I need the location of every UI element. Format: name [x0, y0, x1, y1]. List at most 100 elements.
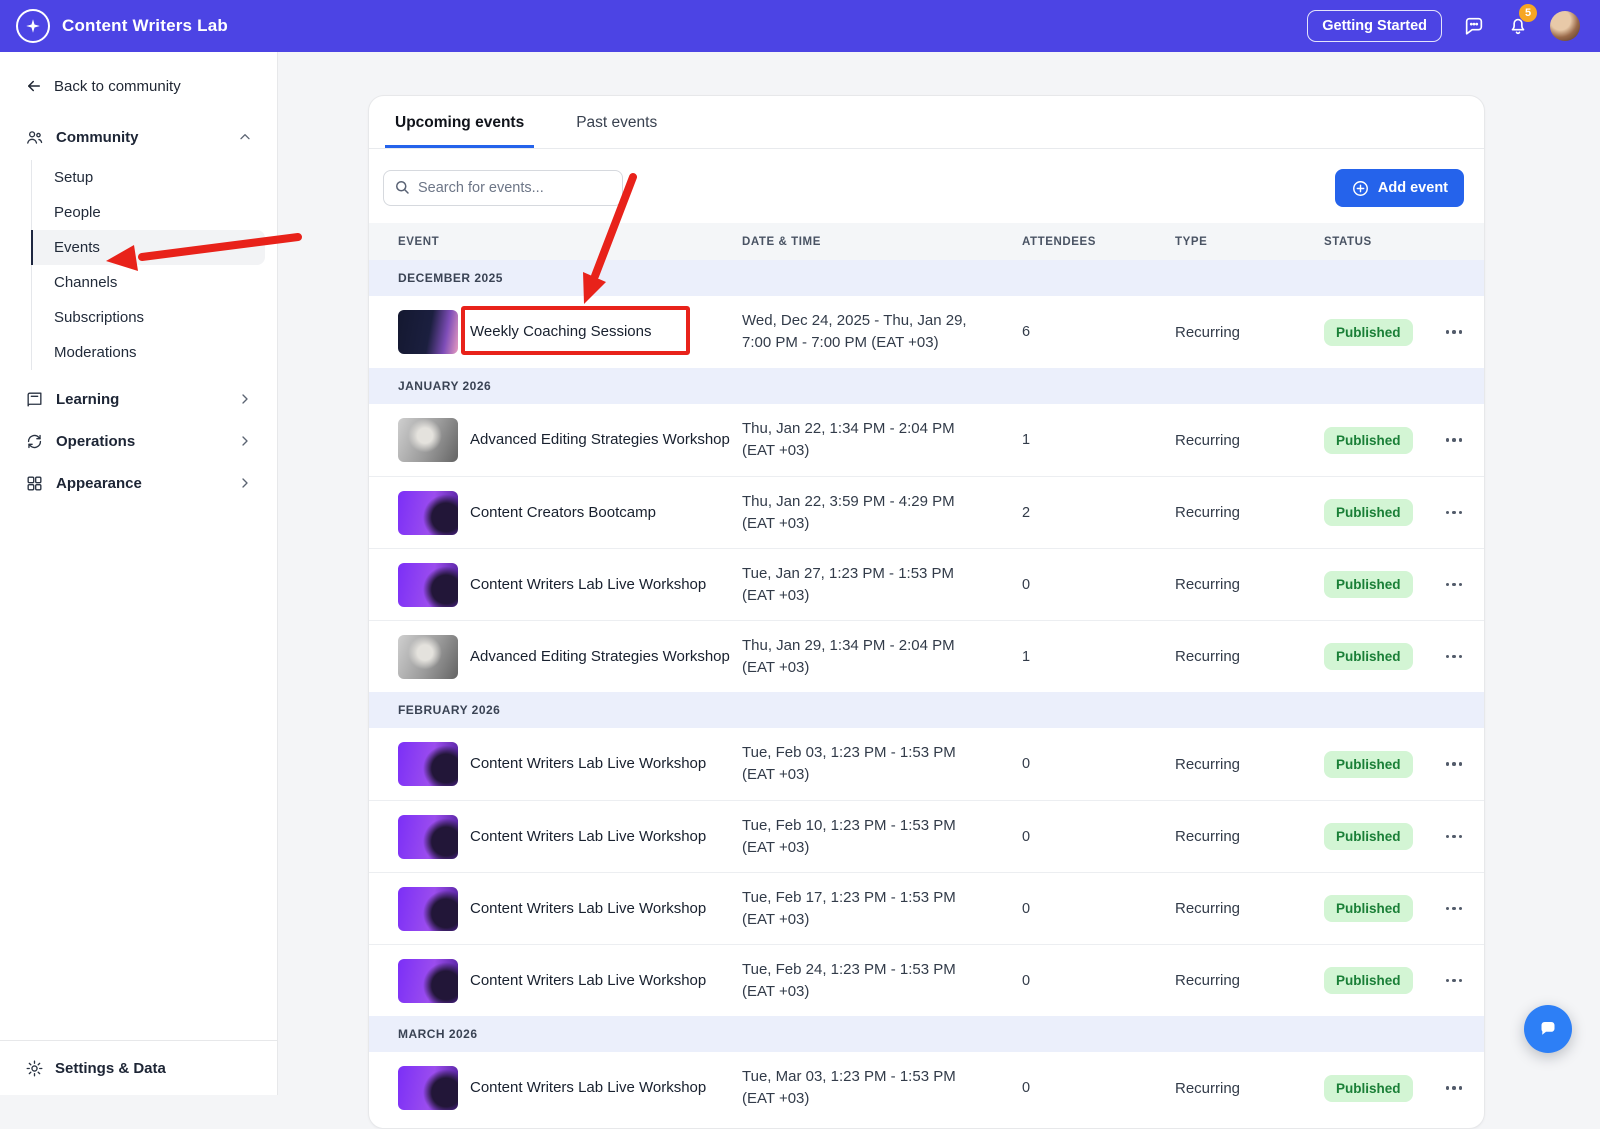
row-menu-button[interactable]	[1440, 756, 1468, 772]
back-to-community-link[interactable]: Back to community	[0, 52, 277, 116]
event-thumbnail	[398, 491, 458, 535]
sidebar-section-learning[interactable]: Learning	[0, 378, 277, 420]
gear-icon	[24, 1058, 44, 1078]
section-label: Appearance	[56, 475, 142, 492]
sidebar-section-operations[interactable]: Operations	[0, 420, 277, 462]
table-row[interactable]: Content Writers Lab Live Workshop Tue, J…	[369, 548, 1484, 620]
app-logo[interactable]: Content Writers Lab	[16, 9, 228, 43]
status-cell: Published	[1324, 823, 1440, 850]
event-cell: Content Writers Lab Live Workshop	[385, 959, 742, 1003]
status-badge: Published	[1324, 967, 1413, 994]
sidebar-item-moderations[interactable]: Moderations	[32, 335, 265, 370]
event-type: Recurring	[1175, 504, 1324, 521]
sidebar-item-people[interactable]: People	[32, 195, 265, 230]
sidebar-section-appearance[interactable]: Appearance	[0, 462, 277, 504]
chat-bubble-icon	[1536, 1017, 1560, 1041]
ellipsis-icon	[1444, 829, 1465, 845]
table-row[interactable]: Advanced Editing Strategies Workshop Thu…	[369, 404, 1484, 476]
status-badge: Published	[1324, 571, 1413, 598]
sidebar: Back to community Community Setup People…	[0, 52, 278, 1095]
user-avatar[interactable]	[1550, 11, 1580, 41]
events-controls: Add event	[369, 149, 1484, 223]
table-row[interactable]: Content Creators Bootcamp Thu, Jan 22, 3…	[369, 476, 1484, 548]
chat-widget-button[interactable]	[1524, 1005, 1572, 1053]
row-menu-button[interactable]	[1440, 432, 1468, 448]
row-menu-button[interactable]	[1440, 649, 1468, 665]
add-event-label: Add event	[1378, 180, 1448, 196]
sidebar-item-events[interactable]: Events	[32, 230, 265, 265]
table-row[interactable]: Content Writers Lab Live Workshop Tue, M…	[369, 1052, 1484, 1124]
event-cell: Content Writers Lab Live Workshop	[385, 815, 742, 859]
events-tabs: Upcoming events Past events	[369, 96, 1484, 149]
event-cell: Advanced Editing Strategies Workshop	[385, 418, 742, 462]
table-row[interactable]: Content Writers Lab Live Workshop Tue, F…	[369, 872, 1484, 944]
community-subnav: Setup People Events Channels Subscriptio…	[31, 160, 265, 370]
section-label: Community	[56, 129, 139, 146]
table-row[interactable]: Content Writers Lab Live Workshop Tue, F…	[369, 800, 1484, 872]
status-badge: Published	[1324, 499, 1413, 526]
messages-icon[interactable]	[1462, 14, 1486, 38]
chevron-up-icon	[237, 129, 253, 145]
add-event-button[interactable]: Add event	[1335, 169, 1464, 207]
row-menu-button[interactable]	[1440, 1080, 1468, 1096]
row-menu-button[interactable]	[1440, 829, 1468, 845]
row-menu-button[interactable]	[1440, 973, 1468, 989]
event-type: Recurring	[1175, 324, 1324, 341]
row-menu-button[interactable]	[1440, 577, 1468, 593]
event-cell: Weekly Coaching Sessions	[385, 310, 742, 354]
table-row[interactable]: Content Writers Lab Live Workshop Tue, F…	[369, 728, 1484, 800]
column-header-date-time: DATE & TIME	[742, 236, 1022, 248]
event-type: Recurring	[1175, 828, 1324, 845]
row-menu-button[interactable]	[1440, 324, 1468, 340]
event-datetime: Thu, Jan 22, 3:59 PM - 4:29 PM (EAT +03)	[742, 491, 1022, 535]
learning-book-icon	[24, 389, 44, 409]
event-attendees: 1	[1022, 649, 1175, 665]
status-cell: Published	[1324, 1075, 1440, 1102]
sidebar-section-community[interactable]: Community	[0, 116, 277, 158]
sparkle-star-icon	[16, 9, 50, 43]
settings-label: Settings & Data	[55, 1060, 166, 1077]
status-badge: Published	[1324, 427, 1413, 454]
event-title: Content Writers Lab Live Workshop	[470, 753, 706, 775]
app-name: Content Writers Lab	[62, 16, 228, 36]
arrow-left-icon	[24, 76, 44, 96]
table-row[interactable]: Weekly Coaching Sessions Wed, Dec 24, 20…	[369, 296, 1484, 368]
event-thumbnail	[398, 418, 458, 462]
search-input[interactable]	[383, 170, 623, 206]
back-label: Back to community	[54, 78, 181, 95]
chevron-right-icon	[237, 391, 253, 407]
section-label: Operations	[56, 433, 135, 450]
table-row[interactable]: Content Writers Lab Live Workshop Tue, F…	[369, 944, 1484, 1016]
table-row[interactable]: Advanced Editing Strategies Workshop Thu…	[369, 620, 1484, 692]
tab-past-events[interactable]: Past events	[566, 96, 667, 148]
event-cell: Advanced Editing Strategies Workshop	[385, 635, 742, 679]
row-menu-button[interactable]	[1440, 901, 1468, 917]
event-type: Recurring	[1175, 756, 1324, 773]
event-cell: Content Writers Lab Live Workshop	[385, 1066, 742, 1110]
event-thumbnail	[398, 959, 458, 1003]
ellipsis-icon	[1444, 901, 1465, 917]
status-cell: Published	[1324, 643, 1440, 670]
status-badge: Published	[1324, 319, 1413, 346]
status-cell: Published	[1324, 427, 1440, 454]
tab-upcoming-events[interactable]: Upcoming events	[385, 96, 534, 148]
status-badge: Published	[1324, 895, 1413, 922]
search-box	[383, 170, 623, 206]
event-title: Content Creators Bootcamp	[470, 502, 656, 524]
sidebar-item-setup[interactable]: Setup	[32, 160, 265, 195]
row-menu-button[interactable]	[1440, 505, 1468, 521]
notifications-bell-icon[interactable]: 5	[1506, 14, 1530, 38]
event-datetime: Thu, Jan 29, 1:34 PM - 2:04 PM (EAT +03)	[742, 635, 1022, 679]
event-datetime: Tue, Feb 10, 1:23 PM - 1:53 PM (EAT +03)	[742, 815, 1022, 859]
event-cell: Content Writers Lab Live Workshop	[385, 742, 742, 786]
getting-started-button[interactable]: Getting Started	[1307, 10, 1442, 42]
ellipsis-icon	[1444, 505, 1465, 521]
notification-count-badge: 5	[1519, 4, 1537, 22]
sidebar-item-subscriptions[interactable]: Subscriptions	[32, 300, 265, 335]
settings-and-data-link[interactable]: Settings & Data	[0, 1040, 277, 1095]
event-title: Content Writers Lab Live Workshop	[470, 826, 706, 848]
sidebar-item-channels[interactable]: Channels	[32, 265, 265, 300]
event-datetime: Thu, Jan 22, 1:34 PM - 2:04 PM (EAT +03)	[742, 418, 1022, 462]
event-thumbnail	[398, 1066, 458, 1110]
event-title: Content Writers Lab Live Workshop	[470, 898, 706, 920]
